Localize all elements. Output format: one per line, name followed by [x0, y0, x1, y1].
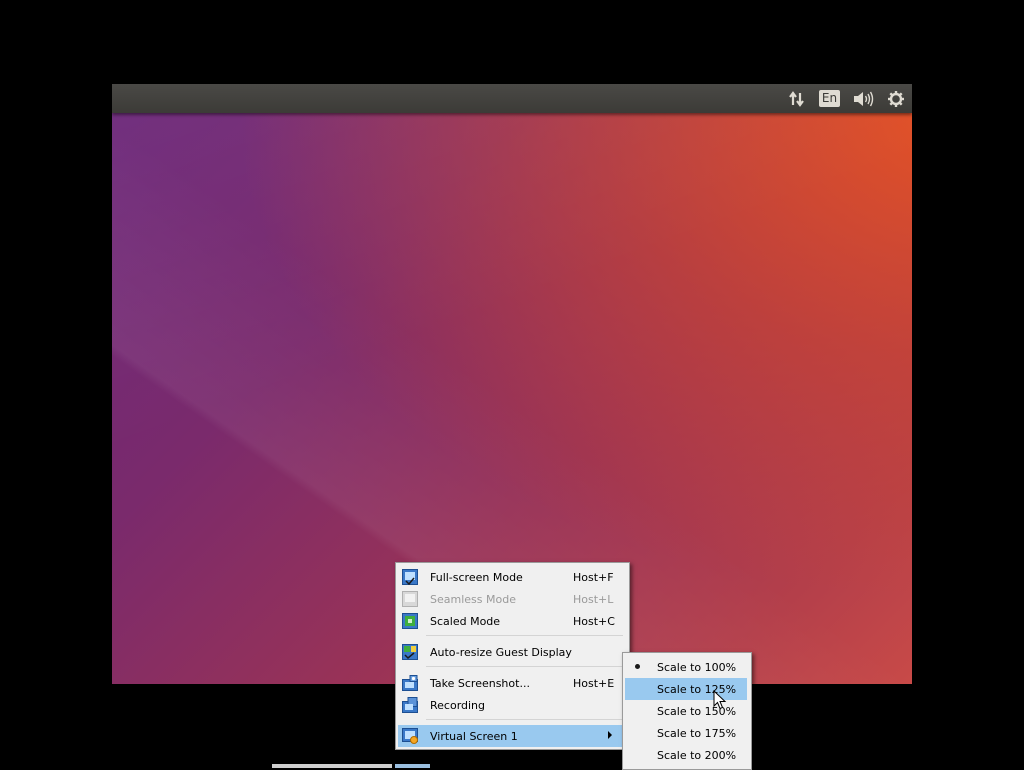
virtual-screen-submenu: Scale to 100% Scale to 125% Scale to 150…	[622, 652, 752, 770]
menu-item-label: Virtual Screen 1	[430, 730, 518, 743]
submenu-item-scale-175[interactable]: Scale to 175%	[625, 722, 747, 744]
scaled-icon	[402, 613, 418, 629]
menu-item-label: Scaled Mode	[430, 615, 501, 628]
submenu-item-label: Scale to 100%	[657, 661, 737, 674]
recording-icon	[402, 697, 418, 713]
menu-item-seamless[interactable]: Seamless Mode Host+L	[398, 588, 625, 610]
submenu-item-label: Scale to 200%	[657, 749, 737, 762]
menu-item-take-screenshot[interactable]: Take Screenshot... Host+E	[398, 672, 625, 694]
seamless-icon	[402, 591, 418, 607]
menu-separator	[426, 635, 623, 636]
menu-item-label: Recording	[430, 699, 486, 712]
auto-resize-icon	[402, 644, 418, 660]
menu-separator	[426, 719, 623, 720]
menu-item-scaled[interactable]: Scaled Mode Host+C	[398, 610, 625, 632]
menu-item-label: Seamless Mode	[430, 593, 516, 606]
top-panel: En	[112, 84, 912, 113]
menu-item-shortcut: Host+L	[573, 593, 614, 606]
camera-icon	[402, 675, 418, 691]
menu-item-shortcut: Host+E	[573, 677, 615, 690]
menu-item-label: Auto-resize Guest Display	[430, 646, 572, 659]
gear-icon[interactable]	[879, 84, 912, 113]
network-updown-icon[interactable]	[780, 84, 813, 113]
submenu-arrow-icon	[608, 731, 612, 739]
menu-item-shortcut: Host+C	[573, 615, 615, 628]
mouse-pointer-icon	[713, 690, 727, 710]
menu-item-fullscreen[interactable]: Full-screen Mode Host+F	[398, 566, 625, 588]
fullscreen-icon	[402, 569, 418, 586]
view-context-menu: Full-screen Mode Host+F Seamless Mode Ho…	[395, 562, 630, 750]
menu-item-label: Take Screenshot...	[430, 677, 530, 690]
menu-item-recording[interactable]: Recording	[398, 694, 625, 716]
menu-item-virtual-screen-1[interactable]: Virtual Screen 1	[398, 725, 625, 747]
selected-bullet-icon	[635, 664, 640, 669]
menu-item-shortcut: Host+F	[573, 571, 614, 584]
host-toolbar-edge	[272, 764, 392, 768]
submenu-item-scale-125[interactable]: Scale to 125%	[625, 678, 747, 700]
submenu-item-scale-100[interactable]: Scale to 100%	[625, 656, 747, 678]
keyboard-layout-label: En	[818, 90, 841, 107]
submenu-item-label: Scale to 175%	[657, 727, 737, 740]
system-tray: En	[780, 84, 912, 113]
menu-item-auto-resize[interactable]: Auto-resize Guest Display	[398, 641, 625, 663]
speaker-icon[interactable]	[846, 84, 879, 113]
menu-separator	[426, 666, 623, 667]
host-toolbar-edge	[395, 764, 430, 768]
submenu-item-scale-150[interactable]: Scale to 150%	[625, 700, 747, 722]
keyboard-layout-indicator[interactable]: En	[813, 84, 846, 113]
menu-item-label: Full-screen Mode	[430, 571, 523, 584]
submenu-item-scale-200[interactable]: Scale to 200%	[625, 744, 747, 766]
virtual-screen-icon	[402, 728, 418, 744]
